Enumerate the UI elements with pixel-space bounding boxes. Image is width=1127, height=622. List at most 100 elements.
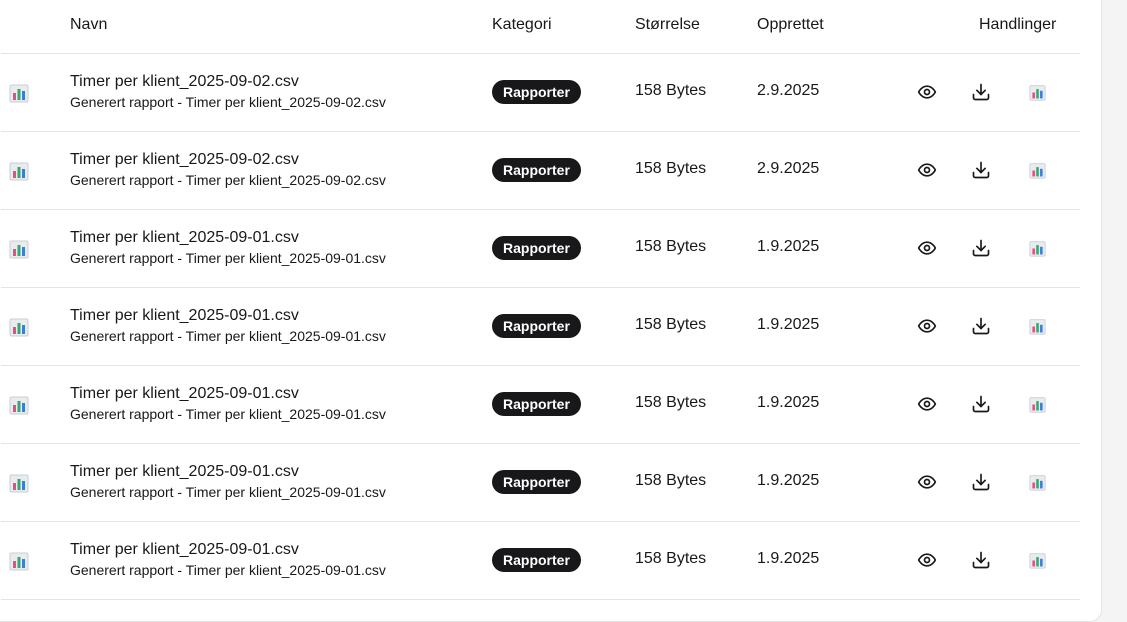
open-report-button[interactable] [1026, 393, 1048, 415]
table-row[interactable]: Timer per klient_2025-09-01.csv Generert … [1, 444, 1080, 522]
header-size: Størrelse [635, 16, 700, 33]
table-row[interactable]: Timer per klient_2025-09-02.csv Generert … [1, 54, 1080, 132]
download-button[interactable] [970, 237, 992, 259]
category-badge: Rapporter [492, 236, 581, 260]
eye-icon [917, 160, 937, 180]
download-button[interactable] [970, 81, 992, 103]
file-size: 158 Bytes [635, 394, 707, 411]
bar-chart-icon [1028, 162, 1046, 179]
download-button[interactable] [970, 315, 992, 337]
file-description: Generert rapport - Timer per klient_2025… [70, 484, 386, 500]
download-icon [971, 316, 991, 336]
category-badge: Rapporter [492, 80, 581, 104]
download-button[interactable] [970, 549, 992, 571]
file-description: Generert rapport - Timer per klient_2025… [70, 172, 386, 188]
view-button[interactable] [916, 81, 938, 103]
file-title: Timer per klient_2025-09-01.csv [70, 385, 299, 402]
download-icon [971, 472, 991, 492]
file-title: Timer per klient_2025-09-01.csv [70, 307, 299, 324]
eye-icon [917, 472, 937, 492]
created-date: 1.9.2025 [757, 238, 820, 255]
file-name-cell: Timer per klient_2025-09-01.csv Generert … [70, 462, 386, 501]
table-body: Timer per klient_2025-09-02.csv Generert … [1, 54, 1080, 600]
bar-chart-icon [9, 83, 29, 103]
file-title: Timer per klient_2025-09-01.csv [70, 463, 299, 480]
bar-chart-icon [9, 239, 29, 259]
view-button[interactable] [916, 315, 938, 337]
file-size: 158 Bytes [635, 82, 707, 99]
download-icon [971, 550, 991, 570]
bar-chart-icon [1028, 84, 1046, 101]
category-badge: Rapporter [492, 548, 581, 572]
category-badge: Rapporter [492, 470, 581, 494]
file-size: 158 Bytes [635, 472, 707, 489]
header-actions: Handlinger [979, 16, 1057, 33]
bar-chart-icon [9, 317, 29, 337]
eye-icon [917, 550, 937, 570]
download-icon [971, 82, 991, 102]
table-header: Navn Kategori Størrelse Opprettet Handli… [1, 1, 1080, 54]
table-row[interactable]: Timer per klient_2025-09-01.csv Generert … [1, 366, 1080, 444]
bar-chart-icon [1028, 240, 1046, 257]
table-row[interactable]: Timer per klient_2025-09-01.csv Generert … [1, 522, 1080, 600]
bar-chart-icon [9, 395, 29, 415]
file-name-cell: Timer per klient_2025-09-01.csv Generert … [70, 228, 386, 267]
table-row[interactable]: Timer per klient_2025-09-01.csv Generert … [1, 288, 1080, 366]
open-report-button[interactable] [1026, 81, 1048, 103]
view-button[interactable] [916, 393, 938, 415]
file-name-cell: Timer per klient_2025-09-01.csv Generert … [70, 384, 386, 423]
view-button[interactable] [916, 237, 938, 259]
category-badge: Rapporter [492, 158, 581, 182]
file-name-cell: Timer per klient_2025-09-02.csv Generert … [70, 150, 386, 189]
bar-chart-icon [9, 161, 29, 181]
bar-chart-icon [1028, 318, 1046, 335]
eye-icon [917, 82, 937, 102]
file-description: Generert rapport - Timer per klient_2025… [70, 406, 386, 422]
bar-chart-icon [9, 473, 29, 493]
download-button[interactable] [970, 471, 992, 493]
file-description: Generert rapport - Timer per klient_2025… [70, 94, 386, 110]
created-date: 2.9.2025 [757, 160, 820, 177]
view-button[interactable] [916, 159, 938, 181]
header-name: Navn [70, 16, 108, 33]
view-button[interactable] [916, 549, 938, 571]
table-row[interactable]: Timer per klient_2025-09-02.csv Generert … [1, 132, 1080, 210]
open-report-button[interactable] [1026, 237, 1048, 259]
bar-chart-icon [1028, 552, 1046, 569]
open-report-button[interactable] [1026, 159, 1048, 181]
download-icon [971, 160, 991, 180]
bar-chart-icon [9, 551, 29, 571]
file-size: 158 Bytes [635, 316, 707, 333]
download-button[interactable] [970, 159, 992, 181]
eye-icon [917, 394, 937, 414]
file-description: Generert rapport - Timer per klient_2025… [70, 328, 386, 344]
download-icon [971, 394, 991, 414]
download-icon [971, 238, 991, 258]
open-report-button[interactable] [1026, 315, 1048, 337]
open-report-button[interactable] [1026, 471, 1048, 493]
header-created: Opprettet [757, 16, 824, 33]
created-date: 1.9.2025 [757, 316, 820, 333]
view-button[interactable] [916, 471, 938, 493]
eye-icon [917, 316, 937, 336]
created-date: 1.9.2025 [757, 394, 820, 411]
open-report-button[interactable] [1026, 549, 1048, 571]
documents-card: Navn Kategori Størrelse Opprettet Handli… [0, 0, 1102, 622]
file-title: Timer per klient_2025-09-02.csv [70, 73, 299, 90]
created-date: 2.9.2025 [757, 82, 820, 99]
eye-icon [917, 238, 937, 258]
file-description: Generert rapport - Timer per klient_2025… [70, 250, 386, 266]
file-size: 158 Bytes [635, 160, 707, 177]
documents-table: Navn Kategori Størrelse Opprettet Handli… [1, 1, 1080, 600]
created-date: 1.9.2025 [757, 472, 820, 489]
category-badge: Rapporter [492, 392, 581, 416]
file-name-cell: Timer per klient_2025-09-02.csv Generert … [70, 72, 386, 111]
table-row[interactable]: Timer per klient_2025-09-01.csv Generert … [1, 210, 1080, 288]
file-title: Timer per klient_2025-09-02.csv [70, 151, 299, 168]
bar-chart-icon [1028, 474, 1046, 491]
created-date: 1.9.2025 [757, 550, 820, 567]
download-button[interactable] [970, 393, 992, 415]
header-category: Kategori [492, 16, 552, 33]
file-size: 158 Bytes [635, 550, 707, 567]
file-name-cell: Timer per klient_2025-09-01.csv Generert … [70, 306, 386, 345]
